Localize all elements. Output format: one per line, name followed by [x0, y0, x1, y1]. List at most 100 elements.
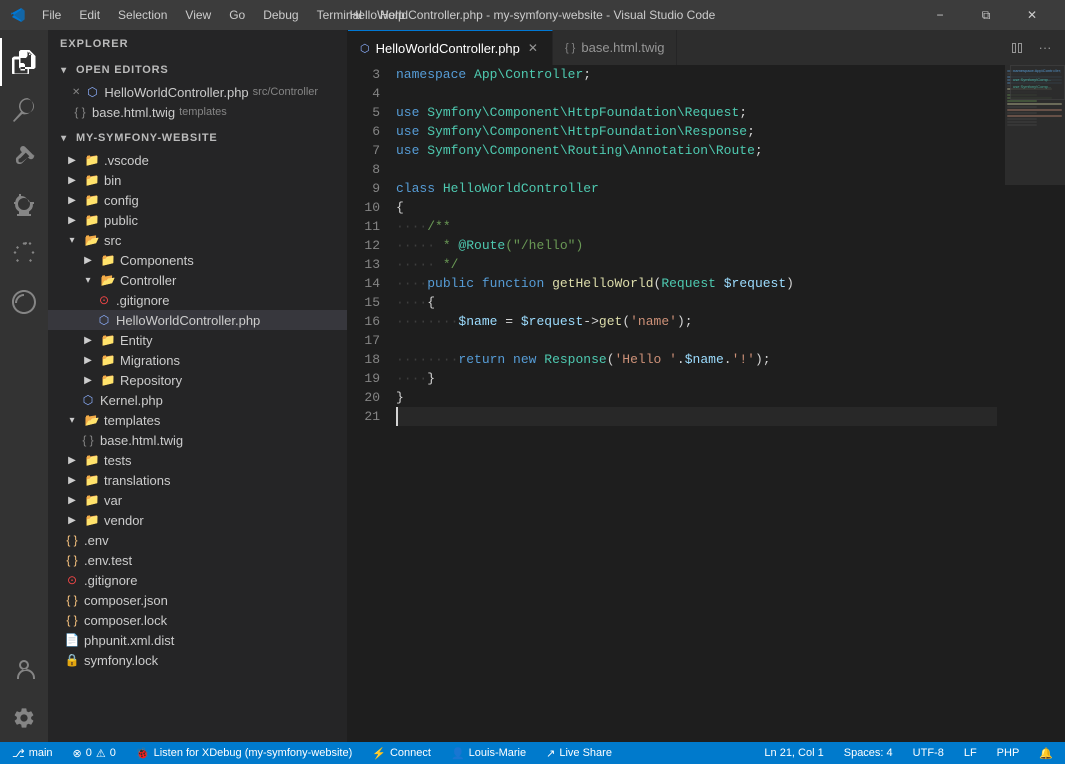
php-file-icon: ⬡ [84, 84, 100, 100]
twig-base-icon: { } [80, 432, 96, 448]
line-numbers: 3 4 5 6 7 8 9 10 11 12 13 14 15 16 17 18… [348, 65, 388, 742]
status-xdebug[interactable]: 🐞 Listen for XDebug (my-symfony-website) [132, 747, 356, 760]
folder-entity[interactable]: ▶ 📁 Entity [48, 330, 347, 350]
file-controller-php[interactable]: ⬡ HelloWorldController.php [48, 310, 347, 330]
folder-controller[interactable]: ▾ 📂 Controller [48, 270, 347, 290]
status-spaces[interactable]: Spaces: 4 [840, 747, 897, 759]
activity-settings[interactable] [0, 694, 48, 742]
folder-bin-label: bin [104, 173, 121, 188]
main-container: Explorer ▾ Open Editors ✕ ⬡ HelloWorldCo… [0, 30, 1065, 742]
file-env-test[interactable]: { } .env.test [48, 550, 347, 570]
tab-controller[interactable]: ⬡ HelloWorldController.php ✕ [348, 30, 553, 65]
live-share-icon: ↗ [546, 747, 555, 760]
status-notifications[interactable]: 🔔 [1035, 747, 1057, 760]
folder-components[interactable]: ▶ 📁 Components [48, 250, 347, 270]
translations-chevron: ▶ [64, 472, 80, 488]
code-line-20: } [396, 388, 997, 407]
file-composer-json-label: composer.json [84, 593, 168, 608]
folder-templates-icon: 📂 [84, 412, 100, 428]
tab-controller-close[interactable]: ✕ [526, 39, 540, 57]
file-composer-lock[interactable]: { } composer.lock [48, 610, 347, 630]
status-connect[interactable]: ⚡ Connect [368, 747, 435, 760]
tabs-bar: ⬡ HelloWorldController.php ✕ { } base.ht… [348, 30, 1065, 65]
folder-config[interactable]: ▶ 📁 config [48, 190, 347, 210]
activity-search[interactable] [0, 86, 48, 134]
file-phpunit-label: phpunit.xml.dist [84, 633, 174, 648]
encoding-label: UTF-8 [913, 747, 944, 759]
error-count: 0 [86, 747, 92, 759]
folder-public[interactable]: ▶ 📁 public [48, 210, 347, 230]
split-editor-button[interactable] [1005, 36, 1029, 60]
project-section[interactable]: ▾ MY-SYMFONY-WEBSITE [48, 126, 347, 150]
status-line-ending[interactable]: LF [960, 747, 981, 759]
menu-selection[interactable]: Selection [110, 6, 175, 24]
folder-src[interactable]: ▾ 📂 src [48, 230, 347, 250]
file-env[interactable]: { } .env [48, 530, 347, 550]
folder-var[interactable]: ▶ 📁 var [48, 490, 347, 510]
folder-controller-label: Controller [120, 273, 176, 288]
code-line-5: use Symfony\Component\HttpFoundation\Req… [396, 103, 997, 122]
maximize-button[interactable]: ⧉ [963, 0, 1009, 30]
vscode-logo [10, 7, 26, 23]
more-actions-icon: ··· [1039, 40, 1052, 55]
xml-icon: 📄 [64, 632, 80, 648]
activity-extensions[interactable] [0, 230, 48, 278]
open-editors-section[interactable]: ▾ Open Editors [48, 58, 347, 82]
file-env-test-label: .env.test [84, 553, 132, 568]
file-symfony-lock[interactable]: 🔒 symfony.lock [48, 650, 347, 670]
menu-go[interactable]: Go [221, 6, 253, 24]
file-base-twig[interactable]: { } base.html.twig [48, 430, 347, 450]
status-encoding[interactable]: UTF-8 [909, 747, 948, 759]
tab-controller-label: HelloWorldController.php [376, 41, 520, 56]
folder-vendor[interactable]: ▶ 📁 vendor [48, 510, 347, 530]
status-live-share[interactable]: ↗ Live Share [542, 747, 616, 760]
minimize-button[interactable]: − [917, 0, 963, 30]
file-kernel[interactable]: ⬡ Kernel.php [48, 390, 347, 410]
status-cursor[interactable]: Ln 21, Col 1 [760, 747, 827, 759]
activity-source-control[interactable] [0, 134, 48, 182]
status-errors[interactable]: ⊗ 0 ⚠ 0 [69, 747, 120, 760]
code-line-13: ····· */ [396, 255, 997, 274]
activity-explorer[interactable] [0, 38, 48, 86]
public-chevron: ▶ [64, 212, 80, 228]
tab-twig[interactable]: { } base.html.twig [553, 30, 678, 65]
git-root-icon: ⊙ [64, 572, 80, 588]
open-editor-twig[interactable]: { } base.html.twig templates [48, 102, 347, 122]
code-content[interactable]: namespace App\Controller; use Symfony\Co… [388, 65, 1005, 742]
status-left: ⎇ main ⊗ 0 ⚠ 0 🐞 Listen for XDebug (my-s… [8, 747, 616, 760]
activity-debug[interactable] [0, 182, 48, 230]
close-tab-icon[interactable]: ✕ [72, 87, 80, 98]
code-line-14: ····public function getHelloWorld(Reques… [396, 274, 997, 293]
open-editor-controller[interactable]: ✕ ⬡ HelloWorldController.php src/Control… [48, 82, 347, 102]
tests-chevron: ▶ [64, 452, 80, 468]
activity-remote-explorer[interactable] [0, 278, 48, 326]
file-gitignore-controller[interactable]: ⊙ .gitignore [48, 290, 347, 310]
sidebar-content[interactable]: ▾ Open Editors ✕ ⬡ HelloWorldController.… [48, 58, 347, 742]
file-composer-json[interactable]: { } composer.json [48, 590, 347, 610]
folder-templates[interactable]: ▾ 📂 templates [48, 410, 347, 430]
folder-vscode[interactable]: ▶ 📁 .vscode [48, 150, 347, 170]
folder-migrations[interactable]: ▶ 📁 Migrations [48, 350, 347, 370]
folder-translations[interactable]: ▶ 📁 translations [48, 470, 347, 490]
file-phpunit[interactable]: 📄 phpunit.xml.dist [48, 630, 347, 650]
folder-tests[interactable]: ▶ 📁 tests [48, 450, 347, 470]
menu-view[interactable]: View [177, 6, 219, 24]
tab-actions: ··· [997, 30, 1065, 65]
var-chevron: ▶ [64, 492, 80, 508]
menu-file[interactable]: File [34, 6, 69, 24]
code-editor[interactable]: 3 4 5 6 7 8 9 10 11 12 13 14 15 16 17 18… [348, 65, 1065, 742]
error-icon: ⊗ [73, 747, 82, 760]
file-gitignore-root[interactable]: ⊙ .gitignore [48, 570, 347, 590]
branch-name: main [29, 747, 53, 759]
status-language[interactable]: PHP [993, 747, 1024, 759]
status-branch[interactable]: ⎇ main [8, 747, 57, 760]
menu-edit[interactable]: Edit [71, 6, 108, 24]
more-actions-button[interactable]: ··· [1033, 36, 1057, 60]
bell-icon: 🔔 [1039, 747, 1053, 760]
close-button[interactable]: ✕ [1009, 0, 1055, 30]
folder-bin[interactable]: ▶ 📁 bin [48, 170, 347, 190]
menu-debug[interactable]: Debug [255, 6, 306, 24]
status-user[interactable]: 👤 Louis-Marie [447, 747, 530, 760]
activity-accounts[interactable] [0, 646, 48, 694]
folder-repository[interactable]: ▶ 📁 Repository [48, 370, 347, 390]
